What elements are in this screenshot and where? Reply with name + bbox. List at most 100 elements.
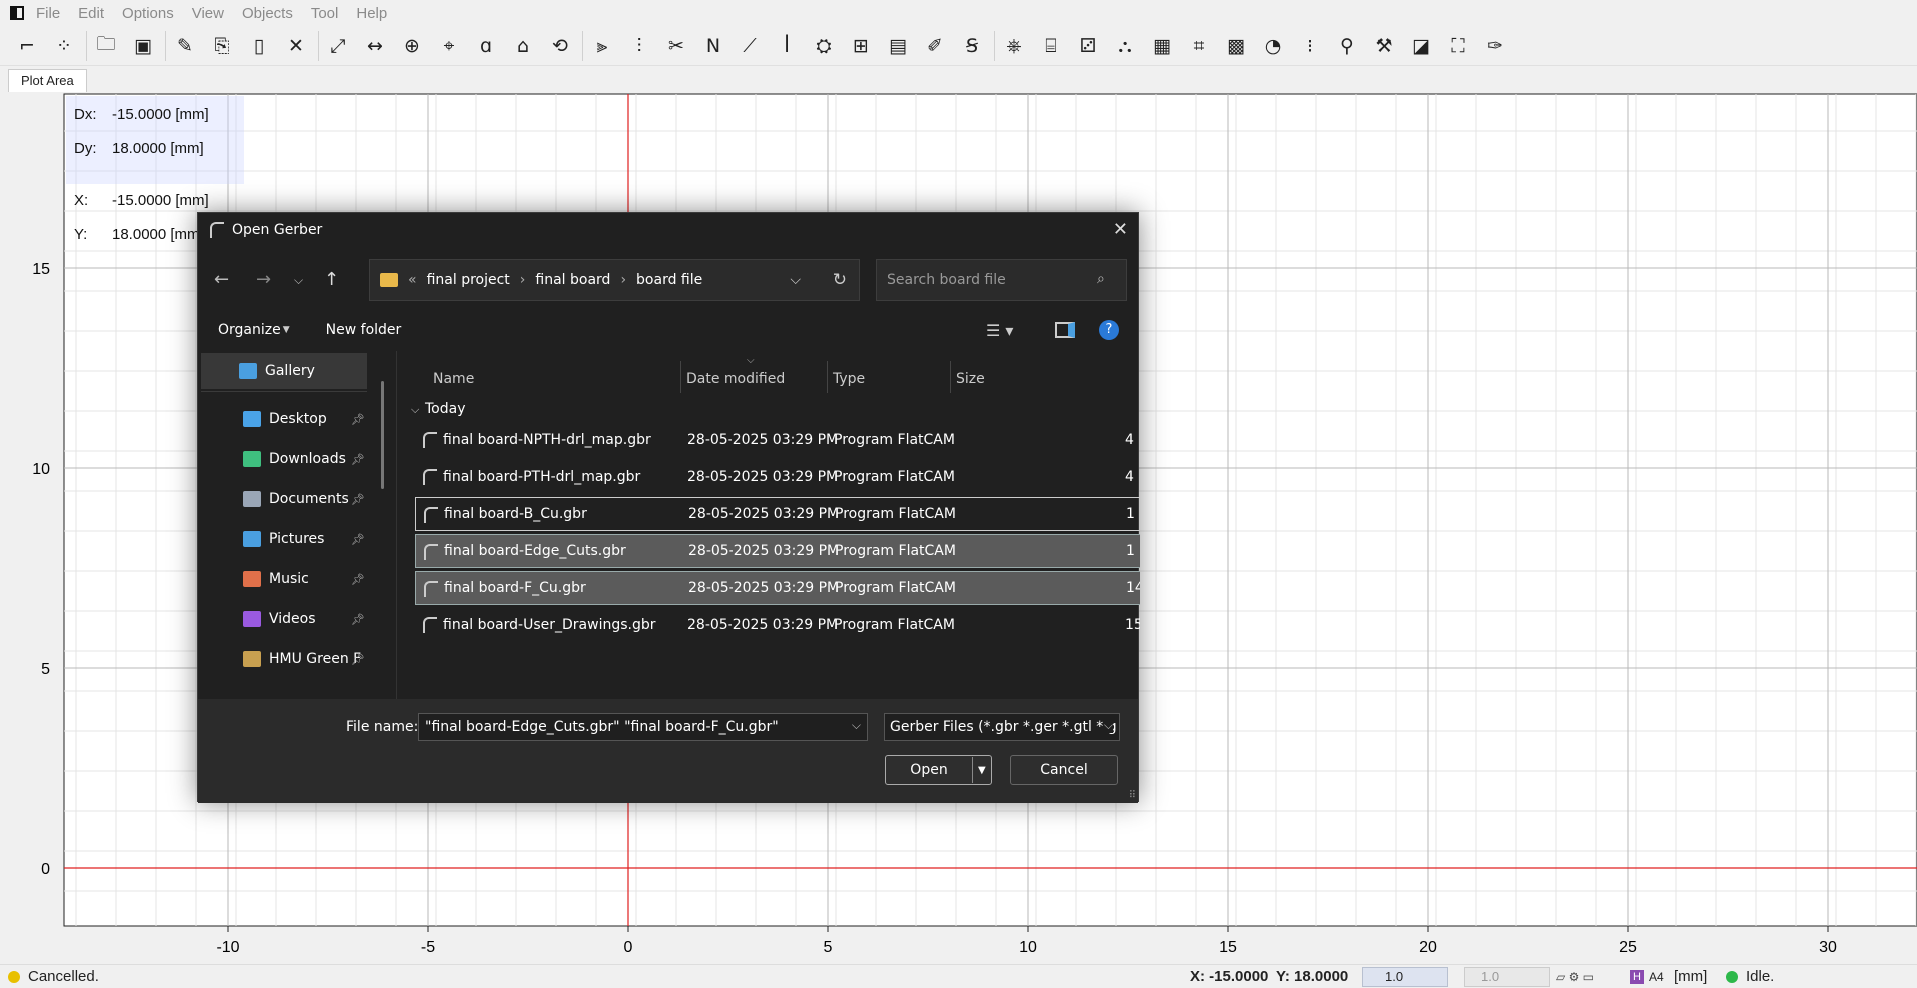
menu-edit[interactable]: Edit [78,5,104,22]
breadcrumb-final-board[interactable]: final board [535,272,610,288]
file-type-dropdown-icon[interactable]: ⌵ [1103,718,1113,733]
copy-icon[interactable]: ⎘ [207,31,237,61]
sidebar-item-downloads[interactable]: Downloads 📌︎ [201,441,367,477]
save-icon[interactable]: ▣ [128,31,158,61]
units-label[interactable]: [mm] [1674,968,1707,985]
back-arrow-icon[interactable]: ← [214,269,229,290]
fullscreen-icon[interactable]: ⛶ [1443,31,1473,61]
column-divider[interactable] [827,361,828,393]
invert-icon[interactable]: ⌸ [1036,31,1066,61]
copper-thieving-icon[interactable]: ✐ [920,31,950,61]
gerber-icon[interactable]: ▱ ⚙ ▭ [1556,970,1594,984]
edit-icon[interactable]: ✎ [170,31,200,61]
new-folder-button[interactable]: New folder [326,322,402,338]
sidebar-item-desktop[interactable]: Desktop 📌︎ [201,401,367,437]
ncc-icon[interactable]: N [698,31,728,61]
up-arrow-icon[interactable]: ↑ [324,269,339,290]
solder-icon[interactable]: ꟾ [772,31,802,61]
film-icon[interactable]: ⊞ [846,31,876,61]
align-icon[interactable]: ⫶ [624,31,654,61]
breadcrumb-board-file[interactable]: board file [636,272,702,288]
file-type-select[interactable]: Gerber Files (*.gbr *.ger *.gtl *.g ⌵ [884,713,1120,741]
sidebar-item-gallery[interactable]: Gallery [201,353,367,389]
file-row[interactable]: final board-User_Drawings.gbr 28-05-2025 … [415,608,1140,642]
view-options-icon[interactable]: ☰ ▾ [986,321,1013,340]
overflow-chevron-icon[interactable]: « [408,272,417,288]
menu-objects[interactable]: Objects [242,5,293,22]
cutout-icon[interactable]: ✂ [661,31,691,61]
menu-options[interactable]: Options [122,5,174,22]
etch-icon[interactable]: Ꞩ [957,31,987,61]
file-row[interactable]: final board-NPTH-drl_map.gbr 28-05-2025 0… [415,423,1140,457]
punch-icon[interactable]: ⛬ [1110,31,1140,61]
excellon-icon[interactable]: ⁘ [49,31,79,61]
tab-plot-area[interactable]: Plot Area [8,69,87,92]
file-row[interactable]: final board-PTH-drl_map.gbr 28-05-2025 03… [415,460,1140,494]
flip-icon[interactable]: ⫸ [587,31,617,61]
snap-icon[interactable]: ⌖ [434,31,464,61]
transform-icon[interactable]: ⌗ [1184,31,1214,61]
qrcode-icon[interactable]: ▩ [1221,31,1251,61]
column-divider[interactable] [950,361,951,393]
search-icon[interactable]: ⌕ [1097,271,1105,287]
locate-icon[interactable]: ⌂ [508,31,538,61]
column-size[interactable]: Size [956,371,985,387]
menu-tool[interactable]: Tool [311,5,339,22]
milling-icon[interactable]: ⎈ [999,31,1029,61]
gerber-icon[interactable]: ⌐ [12,31,42,61]
panel-icon[interactable]: ⛭ [809,31,839,61]
forward-arrow-icon[interactable]: → [256,269,271,290]
cancel-button[interactable]: Cancel [1010,755,1118,785]
preview-pane-icon[interactable] [1055,322,1075,338]
refresh-icon[interactable]: ↻ [833,270,847,290]
organize-button[interactable]: Organize [218,322,281,338]
sidebar-scrollbar[interactable] [381,381,384,489]
zoom-fit-icon[interactable]: ⤢ [323,31,353,61]
markers-icon[interactable]: ⚲ [1332,31,1362,61]
new-file-icon[interactable]: ▯ [244,31,274,61]
column-divider[interactable] [680,361,681,393]
address-bar[interactable]: « final project › final board › board fi… [369,259,860,301]
pin-icon[interactable]: 📌︎ [351,653,365,666]
open-dropdown-icon[interactable]: ▼ [978,765,986,776]
pin-icon[interactable]: 📌︎ [351,533,365,546]
file-row[interactable]: final board-Edge_Cuts.gbr 28-05-2025 03:2… [415,534,1140,568]
file-row[interactable]: final board-B_Cu.gbr 28-05-2025 03:29 PM P… [415,497,1140,531]
open-button[interactable]: Open ▼ [885,755,992,785]
menu-view[interactable]: View [192,5,224,22]
file-row[interactable]: final board-F_Cu.gbr 28-05-2025 03:29 PM P… [415,571,1140,605]
sidebar-item-hmu-green-f[interactable]: HMU Green F 📌︎ [201,641,367,677]
file-name-dropdown-icon[interactable]: ⌵ [852,718,861,733]
open-folder-icon[interactable]: 🗀 [91,31,121,61]
pin-icon[interactable]: 📌︎ [351,453,365,466]
sidebar-item-music[interactable]: Music 📌︎ [201,561,367,597]
delete-icon[interactable]: ✕ [281,31,311,61]
file-name-input[interactable]: "final board-Edge_Cuts.gbr" "final board… [418,713,868,741]
group-header-today[interactable]: Today [425,401,466,417]
grid-y-field[interactable]: 1.0 [1464,966,1550,987]
pin-icon[interactable]: 📌︎ [351,613,365,626]
check-icon[interactable]: ◔ [1258,31,1288,61]
corner-icon[interactable]: ⁝ [1295,31,1325,61]
breadcrumb-final-project[interactable]: final project [427,272,510,288]
column-date[interactable]: Date modified [686,371,785,387]
extract-icon[interactable]: ⚂ [1073,31,1103,61]
organize-dropdown-icon[interactable]: ▼ [283,325,290,335]
fiducial-icon[interactable]: ▤ [883,31,913,61]
column-type[interactable]: Type [833,371,865,387]
column-name[interactable]: Name [433,371,474,387]
menu-help[interactable]: Help [356,5,387,22]
address-dropdown-icon[interactable]: ⌵ [790,272,801,288]
search-input[interactable]: Search board file [876,259,1127,301]
drilling-icon[interactable]: ✑ [1480,31,1510,61]
resize-grip-icon[interactable]: ⠿ [1129,790,1136,801]
origin-icon[interactable]: ⊕ [397,31,427,61]
pin-icon[interactable]: 📌︎ [351,493,365,506]
close-icon[interactable]: ✕ [1113,219,1128,240]
distance-icon[interactable]: ↔ [360,31,390,61]
pin-icon[interactable]: 📌︎ [351,573,365,586]
subtract-icon[interactable]: ◪ [1406,31,1436,61]
recent-chevron-icon[interactable]: ⌵ [294,273,303,288]
paint-icon[interactable]: ⟋ [735,31,765,61]
sidebar-item-pictures[interactable]: Pictures 📌︎ [201,521,367,557]
